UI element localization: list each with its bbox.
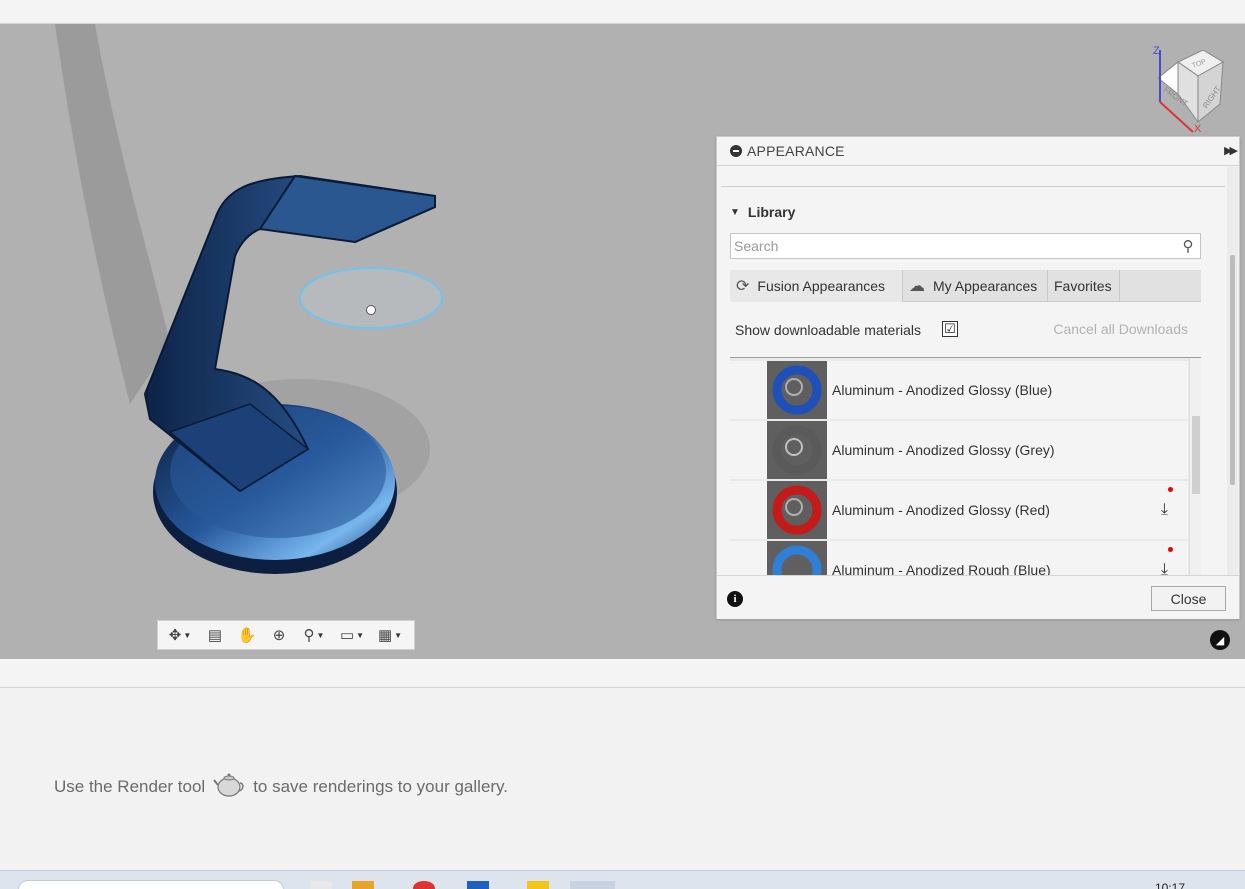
library-section-header[interactable]: ▼ Library xyxy=(730,204,795,220)
taskbar-app-icon[interactable] xyxy=(310,881,332,889)
orbit-icon: ✥ xyxy=(168,627,182,644)
look-at-button[interactable]: ▤ xyxy=(200,622,230,648)
search-icon[interactable]: ⚲ xyxy=(1176,237,1200,255)
cloud-status-icon[interactable]: ◢ xyxy=(1210,630,1230,650)
panel-footer: i Close xyxy=(717,575,1239,619)
grid-settings-button[interactable]: ▦ ▼ xyxy=(372,622,408,648)
show-downloadable-label: Show downloadable materials xyxy=(735,322,921,338)
material-swatch-ring xyxy=(772,545,822,575)
library-tabs: ⟳ Fusion Appearances ☁ My Appearances Fa… xyxy=(730,270,1201,302)
chevron-down-icon: ▼ xyxy=(183,630,192,640)
download-options: Show downloadable materials ☑ Cancel all… xyxy=(735,319,1205,341)
gallery-message-before: Use the Render tool xyxy=(54,776,206,796)
magnifier-icon: ⚲ xyxy=(303,627,315,644)
panel-title: APPEARANCE xyxy=(747,143,845,159)
list-item[interactable]: Aluminum - Anodized Glossy (Grey) xyxy=(730,421,1188,479)
scrollbar-thumb[interactable] xyxy=(1230,255,1235,485)
taskbar-app-icon[interactable] xyxy=(467,881,489,889)
material-swatch xyxy=(767,361,827,419)
zoom-icon: ⊕ xyxy=(272,627,286,644)
cancel-all-downloads-link: Cancel all Downloads xyxy=(1053,321,1188,337)
pan-button[interactable]: ✋ xyxy=(232,622,262,648)
library-label: Library xyxy=(747,204,796,220)
material-swatch-ring xyxy=(772,365,822,415)
chevron-down-icon: ▼ xyxy=(316,630,325,640)
taskbar-app-icon[interactable] xyxy=(413,881,435,889)
tab-label: Favorites xyxy=(1054,278,1112,294)
zoom-button[interactable]: ⊕ xyxy=(264,622,294,648)
list-item[interactable]: Aluminum - Anodized Rough (Blue) ⤓ xyxy=(730,541,1188,575)
viewcube[interactable]: Z X TOP FRONT RIGHT xyxy=(1148,42,1238,137)
taskbar-app-icon[interactable] xyxy=(352,881,374,889)
panel-scrollbar[interactable] xyxy=(1227,167,1238,575)
viewcube-x-label: X xyxy=(1194,123,1202,135)
material-name: Aluminum - Anodized Glossy (Grey) xyxy=(832,442,1055,458)
show-downloadable-checkbox[interactable]: ☑ xyxy=(942,321,958,337)
top-toolbar xyxy=(0,0,1245,24)
close-button[interactable]: Close xyxy=(1151,586,1226,611)
material-swatch-ring xyxy=(772,425,822,475)
section-divider xyxy=(721,186,1225,187)
gallery-message: Use the Render tool to save renderings t… xyxy=(54,770,508,803)
taskbar-clock: 10:17 xyxy=(1155,881,1186,889)
sketch-circle xyxy=(299,267,443,329)
tab-fusion-appearances[interactable]: ⟳ Fusion Appearances xyxy=(730,270,903,302)
material-name: Aluminum - Anodized Glossy (Red) xyxy=(832,502,1050,518)
taskbar-search[interactable] xyxy=(18,880,284,889)
list-item[interactable]: Aluminum - Anodized Glossy (Red) ⤓ xyxy=(730,481,1188,539)
material-swatch xyxy=(767,541,827,575)
info-icon[interactable]: i xyxy=(727,591,743,607)
sync-icon: ⟳ xyxy=(736,278,750,295)
triangle-down-icon: ▼ xyxy=(730,206,740,218)
collapse-icon[interactable] xyxy=(730,145,742,157)
download-status-dot xyxy=(1168,547,1173,552)
material-name: Aluminum - Anodized Glossy (Blue) xyxy=(832,382,1053,398)
materials-scrollbar[interactable] xyxy=(1189,358,1201,575)
tab-label: My Appearances xyxy=(933,278,1038,294)
cloud-icon: ☁ xyxy=(909,278,925,295)
bottom-toolbar xyxy=(0,659,1245,688)
tab-my-appearances[interactable]: ☁ My Appearances xyxy=(903,270,1048,302)
chevron-down-icon: ▼ xyxy=(394,630,403,640)
download-icon[interactable]: ⤓ xyxy=(1161,561,1168,575)
material-swatch-ring xyxy=(772,485,822,535)
taskbar-app-icon[interactable] xyxy=(570,881,615,889)
fit-button[interactable]: ⚲ ▼ xyxy=(296,622,332,648)
library-search: ⚲ xyxy=(730,233,1201,259)
sketch-center-point xyxy=(366,305,376,315)
material-swatch xyxy=(767,421,827,479)
render-teapot-icon xyxy=(213,770,245,803)
gallery-message-after: to save renderings to your gallery. xyxy=(253,776,509,796)
materials-list: Aluminum - Anodized Glossy (Blue) Alumin… xyxy=(730,357,1201,575)
display-settings-button[interactable]: ▭ ▼ xyxy=(334,622,370,648)
grid-icon: ▦ xyxy=(377,627,393,644)
download-status-dot xyxy=(1168,487,1173,492)
monitor-icon: ▭ xyxy=(339,627,355,644)
expand-panel-icon[interactable]: ▶▶ xyxy=(1224,144,1238,157)
viewcube-z-label: Z xyxy=(1153,45,1160,57)
tab-favorites[interactable]: Favorites xyxy=(1048,270,1120,302)
pan-hand-icon: ✋ xyxy=(237,627,257,644)
chevron-down-icon: ▼ xyxy=(356,630,365,640)
os-taskbar: 10:17 xyxy=(0,870,1245,889)
appearance-panel-header[interactable]: APPEARANCE ▶▶ xyxy=(717,137,1239,166)
appearance-panel: APPEARANCE ▶▶ ▼ Library ⚲ ⟳ Fusion Appea… xyxy=(716,136,1240,619)
navigation-toolbar: ✥ ▼ ▤ ✋ ⊕ ⚲ ▼ ▭ ▼ ▦ ▼ xyxy=(157,620,415,650)
tab-label: Fusion Appearances xyxy=(757,278,886,294)
scrollbar-thumb[interactable] xyxy=(1192,416,1200,494)
material-name: Aluminum - Anodized Rough (Blue) xyxy=(832,562,1051,575)
search-input[interactable] xyxy=(731,238,1176,254)
download-icon[interactable]: ⤓ xyxy=(1161,501,1168,519)
look-at-icon: ▤ xyxy=(207,627,223,644)
material-swatch xyxy=(767,481,827,539)
model-shadow xyxy=(55,24,170,404)
taskbar-app-icon[interactable] xyxy=(527,881,549,889)
list-item[interactable]: Aluminum - Anodized Glossy (Blue) xyxy=(730,361,1188,419)
orbit-button[interactable]: ✥ ▼ xyxy=(162,622,198,648)
